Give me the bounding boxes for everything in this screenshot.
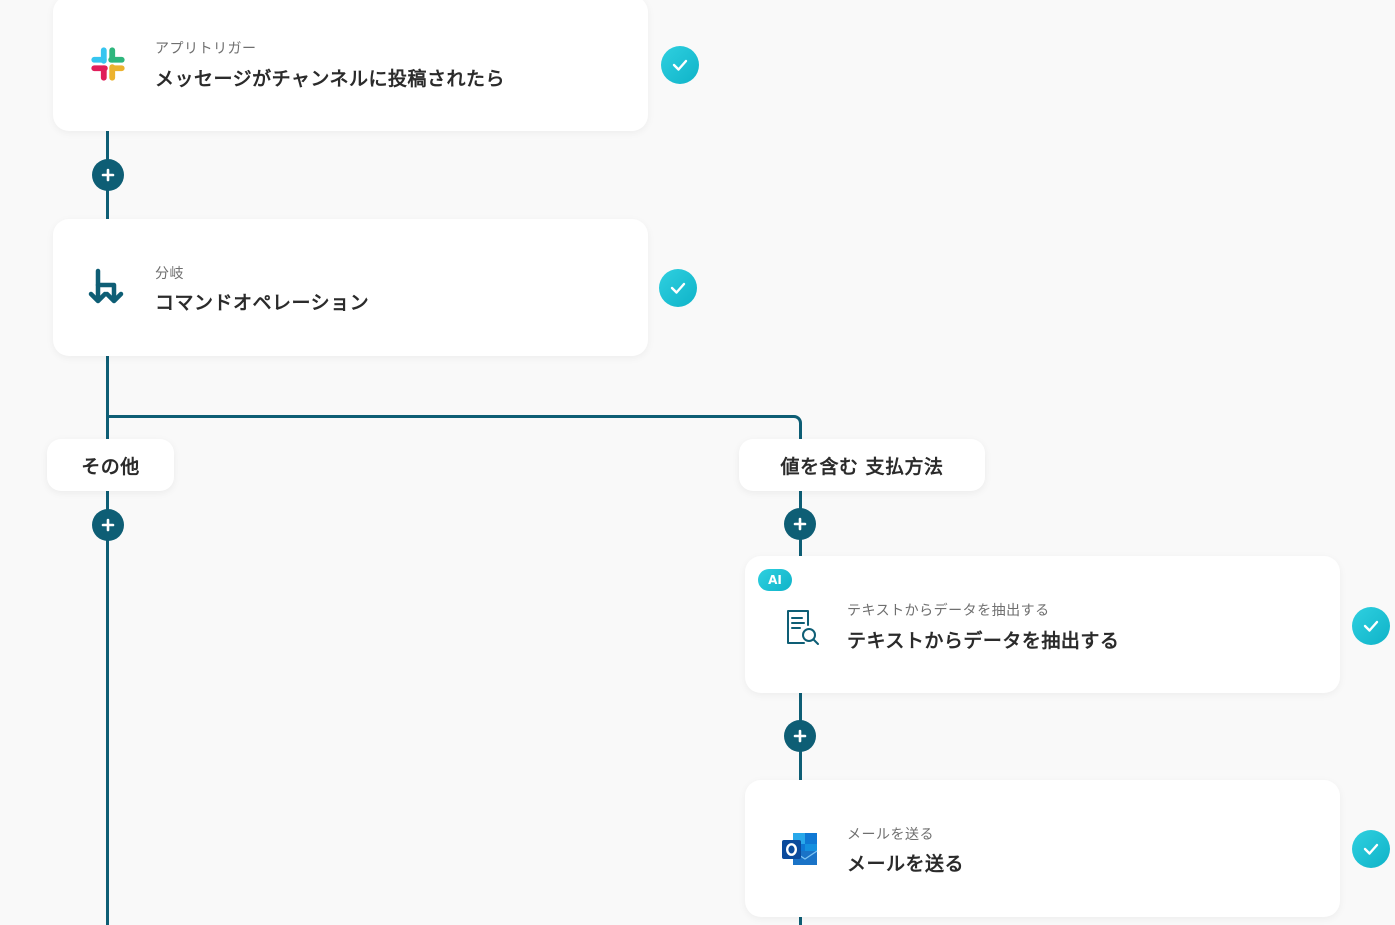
add-step-button[interactable] [784,720,816,752]
check-icon [659,269,697,307]
step-subtitle: アプリトリガー [155,41,257,57]
ai-badge: AI [758,569,792,591]
step-title: メッセージがチャンネルに投稿されたら [155,68,506,90]
document-search-icon [777,602,823,648]
check-icon [661,46,699,84]
step-title: テキストからデータを抽出する [847,630,1120,652]
add-step-button-right-branch[interactable] [784,508,816,540]
step-title: メールを送る [847,853,965,875]
step-subtitle: 分岐 [155,266,184,282]
step-title: コマンドオペレーション [155,292,370,314]
step-card-branch[interactable]: 分岐 コマンドオペレーション [53,219,648,356]
step-subtitle: テキストからデータを抽出する [847,603,1050,619]
step-card-send-mail[interactable]: メールを送る メールを送る [745,780,1340,917]
branch-label-payment-method[interactable]: 値を含む 支払方法 [739,439,985,491]
check-icon [1352,830,1390,868]
step-card-slack-trigger[interactable]: アプリトリガー メッセージがチャンネルに投稿されたら [53,0,648,131]
branch-icon [85,265,131,311]
step-subtitle: メールを送る [847,827,934,843]
step-card-ai-extract[interactable]: AI テキストからデータを抽出する テキストからデータを抽出する [745,556,1340,693]
check-icon [1352,607,1390,645]
branch-connector-line [106,415,802,445]
branch-label-other[interactable]: その他 [47,439,174,491]
outlook-icon [777,826,823,872]
add-step-button[interactable] [92,159,124,191]
add-step-button-left-branch[interactable] [92,509,124,541]
slack-icon [85,41,131,87]
